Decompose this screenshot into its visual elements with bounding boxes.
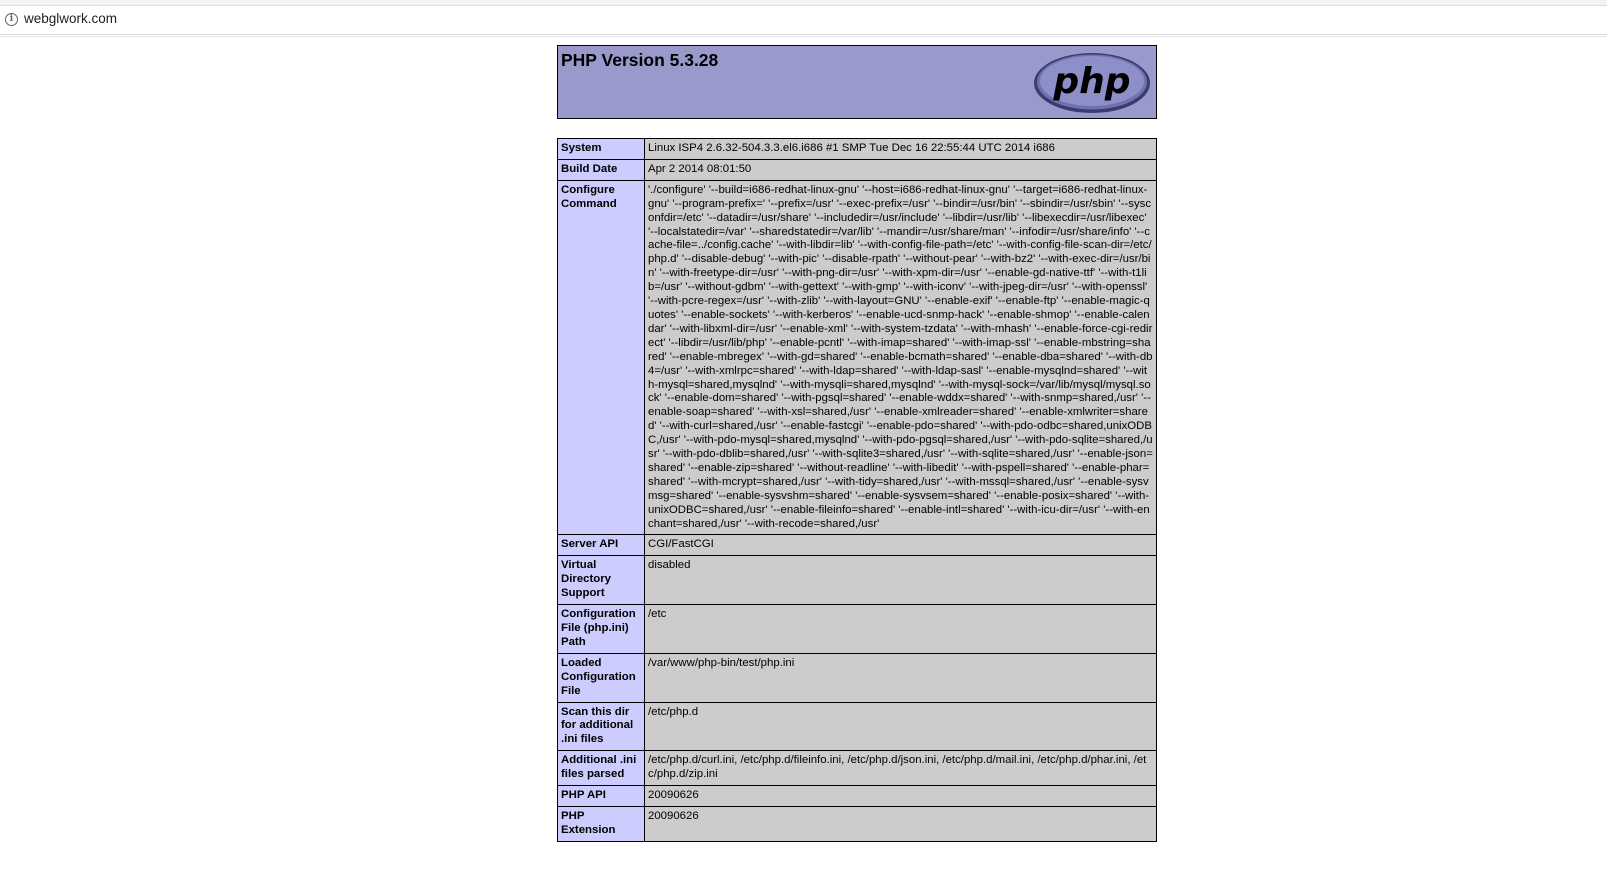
address-bar[interactable]: i webglwork.com bbox=[0, 6, 1607, 35]
row-label: PHP API bbox=[557, 785, 645, 807]
table-row: PHP Extension 20090626 bbox=[557, 805, 1157, 842]
row-label: PHP Extension bbox=[557, 805, 645, 842]
row-label: Additional .ini files parsed bbox=[557, 750, 645, 787]
phpinfo-header: PHP Version 5.3.28 php php bbox=[557, 45, 1157, 119]
url-text[interactable]: webglwork.com bbox=[24, 11, 117, 26]
table-row: Loaded Configuration File/var/www/php-bi… bbox=[557, 652, 1157, 703]
table-row: Additional .ini files parsed/etc/php.d/c… bbox=[557, 750, 1157, 787]
table-row: Virtual Directory Support disabled bbox=[557, 555, 1157, 606]
row-value: /etc/php.d/curl.ini, /etc/php.d/fileinfo… bbox=[644, 750, 1157, 787]
row-label: Virtual Directory Support bbox=[557, 555, 645, 606]
table-row: Server API CGI/FastCGI bbox=[557, 534, 1157, 557]
row-label: Server API bbox=[557, 534, 645, 557]
php-logo-icon[interactable]: php php bbox=[1032, 51, 1152, 115]
table-row: Configuration File (php.ini) Path/etc bbox=[557, 604, 1157, 654]
row-label: Loaded Configuration File bbox=[557, 652, 645, 703]
row-label: Build Date bbox=[557, 158, 645, 181]
row-value: Apr 2 2014 08:01:50 bbox=[644, 158, 1157, 181]
info-table: System Linux ISP4 2.6.32-504.3.3.el6.i686… bbox=[557, 138, 1157, 842]
row-value: './configure' '--build=i686-redhat-linux… bbox=[644, 179, 1157, 536]
row-label: Configure Command bbox=[557, 179, 645, 536]
row-label: Configuration File (php.ini) Path bbox=[557, 604, 645, 654]
divider bbox=[0, 36, 1607, 37]
table-row: PHP API 20090626 bbox=[557, 785, 1157, 807]
table-row: Build Date Apr 2 2014 08:01:50 bbox=[557, 158, 1157, 181]
row-label: Scan this dir for additional .ini files bbox=[557, 701, 645, 752]
info-icon[interactable]: i bbox=[5, 13, 18, 26]
row-value: 20090626 bbox=[644, 785, 1157, 807]
row-value: /etc bbox=[644, 604, 1157, 654]
table-row: System Linux ISP4 2.6.32-504.3.3.el6.i686… bbox=[557, 138, 1157, 160]
row-value: CGI/FastCGI bbox=[644, 534, 1157, 557]
table-row: Scan this dir for additional .ini files /… bbox=[557, 701, 1157, 752]
page-title: PHP Version 5.3.28 bbox=[561, 50, 719, 70]
row-value: /etc/php.d bbox=[644, 701, 1157, 752]
row-value: Linux ISP4 2.6.32-504.3.3.el6.i686 #1 SM… bbox=[644, 138, 1157, 160]
row-value: 20090626 bbox=[644, 805, 1157, 842]
row-value: /var/www/php-bin/test/php.ini bbox=[644, 652, 1157, 703]
phpinfo-page: PHP Version 5.3.28 php php SystemLinux I… bbox=[557, 45, 1157, 842]
row-value: disabled bbox=[644, 555, 1157, 606]
table-row: Configure Command './configure' '--build=… bbox=[557, 179, 1157, 536]
row-label: System bbox=[557, 138, 645, 160]
